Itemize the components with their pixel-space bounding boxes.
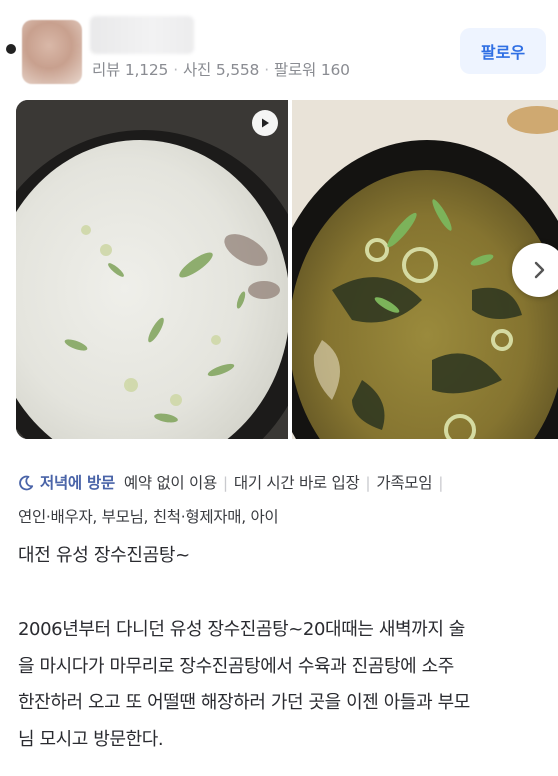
play-icon [262,118,269,128]
review-line: 2006년부터 다니던 유성 장수진곰탕~20대때는 새벽까지 술 [18,619,465,640]
tag-reservation: 예약 없이 이용 [123,474,217,492]
tag-companions: 연인·배우자, 부모님, 친척·형제자매, 아이 [18,508,279,526]
follower-count: 팔로워 160 [273,61,350,79]
video-badge [252,110,278,136]
photo-1[interactable] [16,100,288,439]
avatar-badge [6,44,16,54]
moon-icon [19,475,34,491]
review-line: 한잔하러 오고 또 어떨땐 해장하러 가던 곳을 이젠 아들과 부모 [18,692,470,713]
tag-purpose: 가족모임 [376,474,433,492]
reviewer-header: 리뷰 1,125 · 사진 5,558 · 팔로워 160 팔로우 [0,0,558,96]
separator-dot: · [264,61,269,79]
review-title: 대전 유성 장수진곰탕~ [18,545,190,566]
divider: | [365,474,371,492]
follow-button[interactable]: 팔로우 [460,28,546,74]
tag-row-1: 저녁에 방문 예약 없이 이용 | 대기 시간 바로 입장 | 가족모임 | [18,466,538,500]
visit-tags: 저녁에 방문 예약 없이 이용 | 대기 시간 바로 입장 | 가족모임 | 연… [18,466,538,534]
photo-1-image [16,100,288,439]
reviewer-stats: 리뷰 1,125 · 사진 5,558 · 팔로워 160 [92,58,350,80]
photo-carousel[interactable] [16,100,558,439]
divider: | [222,474,228,492]
divider: | [438,474,444,492]
visit-time-tag: 저녁에 방문 [40,474,115,492]
reviewer-name-blurred[interactable] [90,16,194,54]
tag-waiting: 대기 시간 바로 입장 [233,474,360,492]
review-line: 을 마시다가 마무리로 장수진곰탕에서 수육과 진곰탕에 소주 [18,655,454,677]
review-body: 2006년부터 다니던 유성 장수진곰탕~20대때는 새벽까지 술 을 마시다가… [18,612,548,758]
tag-row-2: 연인·배우자, 부모님, 친척·형제자매, 아이 [18,500,538,534]
review-count: 리뷰 1,125 [92,61,169,79]
chevron-right-icon [534,261,545,279]
photo-count: 사진 5,558 [182,61,260,79]
avatar[interactable] [22,20,82,84]
review-line: 님 모시고 방문한다. [18,728,164,750]
next-photo-button[interactable] [512,243,558,297]
separator-dot: · [173,61,178,79]
